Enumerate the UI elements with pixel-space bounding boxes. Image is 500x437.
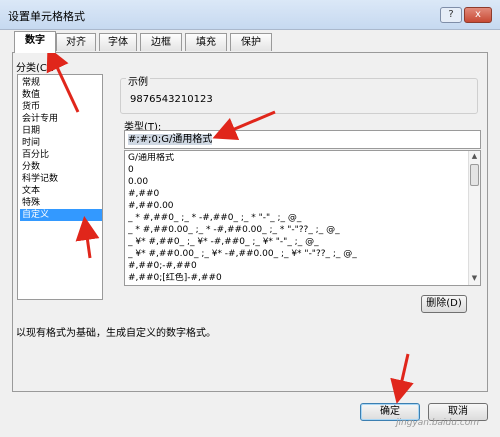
sample-value: 9876543210123 xyxy=(130,94,213,105)
delete-button[interactable]: 删除(D) xyxy=(421,295,467,313)
format-list[interactable]: G/通用格式 0 0.00 #,##0 #,##0.00 _ * #,##0_ … xyxy=(124,150,481,286)
tab-protection[interactable]: 保护 xyxy=(230,33,272,51)
close-button[interactable]: x xyxy=(464,7,492,23)
format-item[interactable]: #,##0.00 xyxy=(128,201,466,212)
format-item[interactable]: 0 xyxy=(128,165,466,176)
format-item[interactable]: _ ¥* #,##0.00_ ;_ ¥* -#,##0.00_ ;_ ¥* "-… xyxy=(128,249,466,260)
category-list[interactable]: 常规 数值 货币 会计专用 日期 时间 百分比 分数 科学记数 文本 特殊 自定… xyxy=(17,74,103,300)
category-item[interactable]: 科学记数 xyxy=(20,173,102,185)
format-item[interactable]: 0.00 xyxy=(128,177,466,188)
format-item[interactable]: #,##0;-#,##0 xyxy=(128,261,466,272)
sample-label: 示例 xyxy=(126,73,150,88)
category-item[interactable]: 货币 xyxy=(20,101,102,113)
format-item[interactable]: _ * #,##0.00_ ;_ * -#,##0.00_ ;_ * "-"??… xyxy=(128,225,466,236)
category-item[interactable]: 百分比 xyxy=(20,149,102,161)
type-input[interactable]: #;#;0;G/通用格式 xyxy=(124,130,481,149)
category-item[interactable]: 分数 xyxy=(20,161,102,173)
format-item[interactable]: _ * #,##0_ ;_ * -#,##0_ ;_ * "-"_ ;_ @_ xyxy=(128,213,466,224)
category-item[interactable]: 特殊 xyxy=(20,197,102,209)
scroll-up-icon[interactable]: ▲ xyxy=(469,151,480,162)
category-label: 分类(C): xyxy=(16,63,55,74)
category-item[interactable]: 日期 xyxy=(20,125,102,137)
scroll-thumb[interactable] xyxy=(470,164,479,186)
window-title: 设置单元格格式 xyxy=(8,10,85,23)
help-button[interactable]: ? xyxy=(440,7,462,23)
category-item[interactable]: 会计专用 xyxy=(20,113,102,125)
tab-number[interactable]: 数字 xyxy=(14,31,56,53)
scroll-down-icon[interactable]: ▼ xyxy=(469,273,480,284)
tab-font[interactable]: 字体 xyxy=(99,33,137,51)
tab-alignment[interactable]: 对齐 xyxy=(56,33,96,51)
format-item[interactable]: _ ¥* #,##0_ ;_ ¥* -#,##0_ ;_ ¥* "-"_ ;_ … xyxy=(128,237,466,248)
type-input-value: #;#;0;G/通用格式 xyxy=(128,134,213,145)
category-item[interactable]: 数值 xyxy=(20,89,102,101)
tab-border[interactable]: 边框 xyxy=(140,33,182,51)
description-text: 以现有格式为基础，生成自定义的数字格式。 xyxy=(16,328,216,339)
category-item[interactable]: 常规 xyxy=(20,77,102,89)
category-item[interactable]: 时间 xyxy=(20,137,102,149)
tab-fill[interactable]: 填充 xyxy=(185,33,227,51)
format-item[interactable]: G/通用格式 xyxy=(128,153,466,164)
category-item[interactable]: 文本 xyxy=(20,185,102,197)
format-list-scrollbar[interactable]: ▲ ▼ xyxy=(468,151,480,285)
format-item[interactable]: #,##0 xyxy=(128,189,466,200)
category-item-custom[interactable]: 自定义 xyxy=(20,209,102,221)
watermark: jingyan.baidu.com xyxy=(396,418,480,428)
format-item[interactable]: #,##0;[红色]-#,##0 xyxy=(128,273,466,284)
